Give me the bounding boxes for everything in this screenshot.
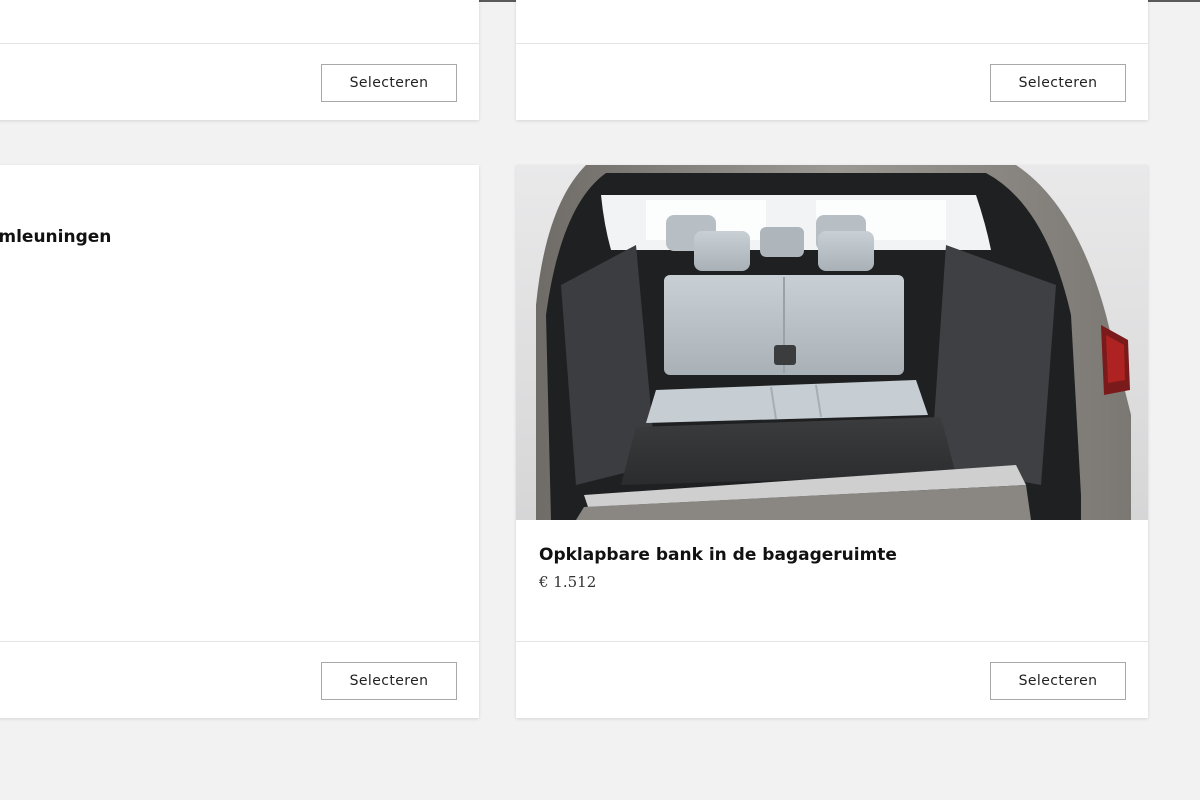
option-card-top-left: Selecteren: [0, 0, 479, 120]
card-footer: Selecteren: [516, 641, 1148, 718]
select-button[interactable]: Selecteren: [321, 662, 457, 700]
card-footer: Selecteren: [516, 43, 1148, 120]
select-button[interactable]: Selecteren: [990, 64, 1126, 102]
option-card-top-right: Selecteren: [516, 0, 1148, 120]
card-price: € 1.512: [539, 573, 597, 591]
card-footer: Selecteren: [0, 641, 479, 718]
select-button[interactable]: Selecteren: [321, 64, 457, 102]
select-button[interactable]: Selecteren: [990, 662, 1126, 700]
card-title: Opklapbare bank in de bagageruimte: [539, 545, 897, 565]
card-footer: Selecteren: [0, 43, 479, 120]
car-trunk-image: [516, 165, 1148, 520]
option-card-foldable-trunk-bench: Opklapbare bank in de bagageruimte € 1.5…: [516, 165, 1148, 718]
option-card-armrests: rmleuningen Selecteren: [0, 165, 479, 718]
accessory-options-page: Selecteren Selecteren rmleuningen Select…: [0, 0, 1200, 800]
card-title: rmleuningen: [0, 227, 112, 247]
